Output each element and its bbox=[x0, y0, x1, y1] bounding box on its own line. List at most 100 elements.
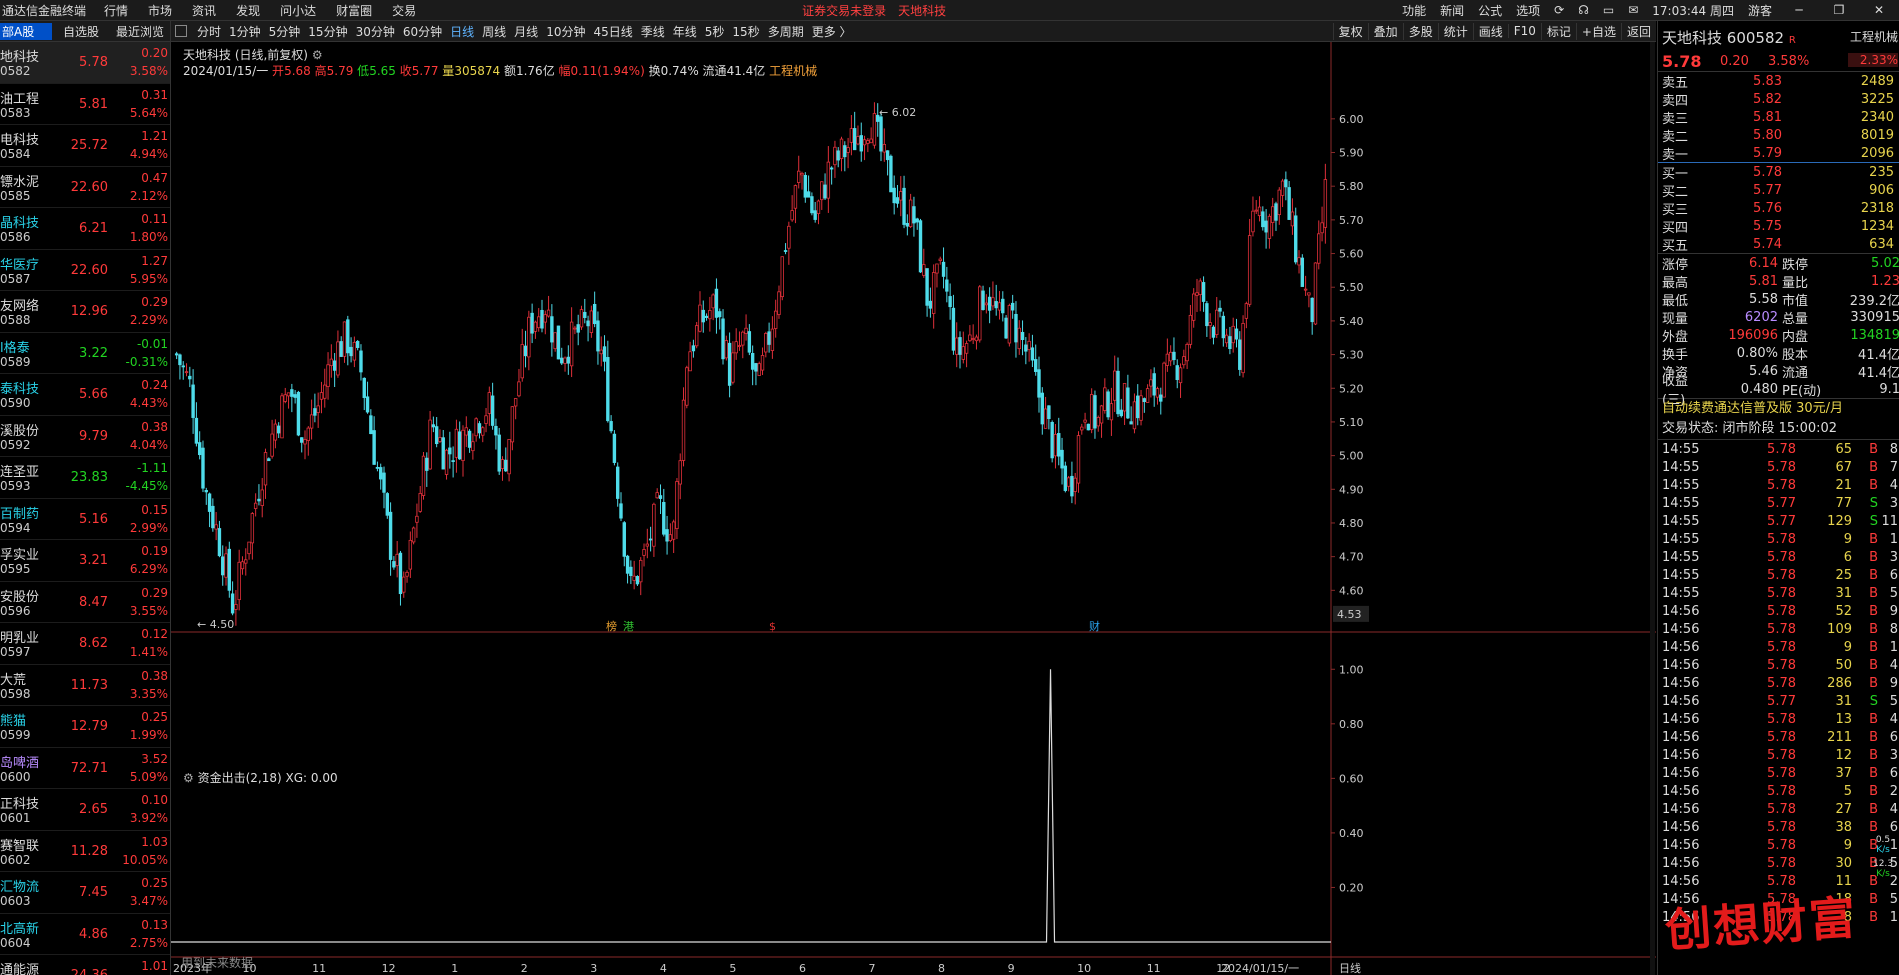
candle-body bbox=[622, 522, 626, 557]
candle-body bbox=[1083, 419, 1087, 423]
stock-row[interactable]: 孚实业 0595 3.21 0.19 6.29% bbox=[0, 540, 170, 582]
period-tab[interactable]: 60分钟 bbox=[399, 23, 446, 40]
menu-formula[interactable]: 公式 bbox=[1471, 2, 1509, 19]
stock-row[interactable]: 岛啤酒 0600 72.71 3.52 5.09% bbox=[0, 748, 170, 789]
menu-item-discover[interactable]: 发现 bbox=[226, 2, 270, 19]
menu-item-wealth[interactable]: 财富圈 bbox=[326, 2, 382, 19]
menu-item-markets[interactable]: 市场 bbox=[138, 2, 182, 19]
menu-item-market[interactable]: 行情 bbox=[94, 2, 138, 19]
candle-body bbox=[355, 341, 360, 348]
candle-body bbox=[1228, 336, 1232, 349]
event-marker[interactable]: $ bbox=[769, 620, 776, 633]
menu-item-ask[interactable]: 问小达 bbox=[270, 2, 326, 19]
close-icon[interactable]: ✕ bbox=[1859, 3, 1899, 17]
refresh-icon[interactable]: ⟳ bbox=[1547, 3, 1571, 17]
bid-label: 买一 bbox=[1662, 166, 1689, 182]
period-tab[interactable]: 更多 〉 bbox=[808, 23, 856, 40]
settings-icon[interactable]: ⚙ bbox=[312, 48, 323, 62]
period-tab[interactable]: 月线 bbox=[510, 23, 542, 40]
chart-tool-button[interactable]: 叠加 bbox=[1367, 22, 1403, 40]
candle-body bbox=[1300, 257, 1305, 287]
period-tab[interactable]: 15秒 bbox=[728, 23, 763, 40]
chart-scrollbar[interactable] bbox=[1650, 42, 1655, 975]
minimize-icon[interactable]: ─ bbox=[1779, 3, 1819, 17]
menu-item-news[interactable]: 资讯 bbox=[182, 2, 226, 19]
event-marker[interactable]: 财 bbox=[1089, 619, 1100, 633]
period-tab[interactable]: 年线 bbox=[669, 23, 701, 40]
chart-tool-button[interactable]: 复权 bbox=[1332, 22, 1368, 40]
period-tab[interactable]: 5秒 bbox=[701, 23, 729, 40]
period-tab[interactable]: 15分钟 bbox=[304, 23, 351, 40]
promo-banner[interactable]: 自动续费通达信普及版 30元/月 bbox=[1658, 398, 1899, 419]
chart-tool-button[interactable]: 多股 bbox=[1402, 22, 1438, 40]
stock-row[interactable]: 镖水泥 0585 22.60 0.47 2.12% bbox=[0, 167, 170, 208]
stock-row[interactable]: 连圣亚 0593 23.83 -1.11 -4.45% bbox=[0, 457, 170, 499]
chart-tool-button[interactable]: 返回 bbox=[1620, 22, 1656, 40]
stock-row[interactable]: 北高新 0604 4.86 0.13 2.75% bbox=[0, 914, 170, 955]
stock-code: 0599 bbox=[0, 728, 31, 742]
chart-tool-button[interactable]: F10 bbox=[1507, 24, 1541, 38]
headset-icon[interactable]: ☊ bbox=[1571, 3, 1596, 17]
menu-options[interactable]: 选项 bbox=[1509, 2, 1547, 19]
period-tab[interactable]: 日线 bbox=[446, 23, 478, 40]
period-tab[interactable]: 多周期 bbox=[764, 23, 808, 40]
stock-row[interactable]: 油工程 0583 5.81 0.31 5.64% bbox=[0, 84, 170, 125]
sidebar-toggle-icon[interactable] bbox=[175, 25, 187, 37]
stock-row[interactable]: 赛智联 0602 11.28 1.03 10.05% bbox=[0, 831, 170, 872]
kline-chart[interactable]: 4.60 4.70 4.80 4.90 5.00 5.10 5.20 5.30 5.40 5.50… bbox=[171, 42, 1656, 975]
sector-label[interactable]: 工程机械 bbox=[769, 64, 817, 78]
period-tab[interactable]: 周线 bbox=[478, 23, 510, 40]
chart-canvas[interactable]: 4.60 4.70 4.80 4.90 5.00 5.10 5.20 5.30 5.40 5.50… bbox=[171, 42, 1656, 975]
stock-row[interactable]: 熊猫 0599 12.79 0.25 1.99% bbox=[0, 706, 170, 748]
event-marker[interactable]: 榜 bbox=[606, 619, 617, 633]
chart-tool-button[interactable]: 画线 bbox=[1472, 22, 1508, 40]
menu-news[interactable]: 新闻 bbox=[1433, 2, 1471, 19]
chart-tool-button[interactable]: +自选 bbox=[1575, 22, 1621, 40]
event-marker[interactable]: 港 bbox=[623, 620, 634, 633]
stock-row[interactable]: 溪股份 0592 9.79 0.38 4.04% bbox=[0, 416, 170, 457]
stock-row[interactable]: 地科技 0582 5.78 0.20 3.58% bbox=[0, 42, 170, 84]
tab-recent[interactable]: 最近浏览 bbox=[110, 23, 170, 40]
period-tab[interactable]: 1分钟 bbox=[225, 23, 265, 40]
bid-row: 买五 5.74 634 bbox=[1658, 235, 1899, 254]
maximize-icon[interactable]: ❐ bbox=[1819, 3, 1859, 17]
ind-y-label: 0.40 bbox=[1339, 827, 1364, 840]
stock-row[interactable]: 泰科技 0590 5.66 0.24 4.43% bbox=[0, 374, 170, 416]
candle-body bbox=[629, 566, 633, 577]
tab-all-a[interactable]: 部A股 bbox=[0, 22, 52, 40]
quote-sector[interactable]: 工程机械 bbox=[1850, 28, 1898, 45]
user-label[interactable]: 游客 bbox=[1741, 2, 1779, 19]
period-tab[interactable]: 季线 bbox=[637, 23, 669, 40]
stock-row[interactable]: 正科技 0601 2.65 0.10 3.92% bbox=[0, 789, 170, 831]
stock-row[interactable]: 百制药 0594 5.16 0.15 2.99% bbox=[0, 499, 170, 540]
window-icon[interactable]: ▭ bbox=[1596, 3, 1621, 17]
mail-icon[interactable]: ✉ bbox=[1621, 3, 1645, 17]
stock-row[interactable]: 华医疗 0587 22.60 1.27 5.95% bbox=[0, 250, 170, 291]
period-tab[interactable]: 10分钟 bbox=[542, 23, 589, 40]
stock-row[interactable]: 汇物流 0603 7.45 0.25 3.47% bbox=[0, 872, 170, 914]
menu-item-trade[interactable]: 交易 bbox=[382, 2, 426, 19]
stock-row[interactable]: l格泰 0589 3.22 -0.01 -0.31% bbox=[0, 333, 170, 374]
tick-count: 3 bbox=[1889, 495, 1898, 511]
warning-stock[interactable]: 天地科技 bbox=[892, 2, 952, 19]
login-warning[interactable]: 证券交易未登录 bbox=[796, 2, 892, 19]
stock-row[interactable]: 明乳业 0597 8.62 0.12 1.41% bbox=[0, 623, 170, 665]
stock-row[interactable]: 通能源060524.361.014.33% bbox=[0, 955, 170, 975]
period-tab[interactable]: 45日线 bbox=[589, 23, 636, 40]
stock-row[interactable]: 安股份 0596 8.47 0.29 3.55% bbox=[0, 582, 170, 623]
indicator-settings-icon[interactable]: ⚙ bbox=[183, 771, 194, 785]
stock-row[interactable]: 友网络 0588 12.96 0.29 2.29% bbox=[0, 291, 170, 333]
period-tab[interactable]: 分时 bbox=[193, 23, 225, 40]
tab-watchlist[interactable]: 自选股 bbox=[52, 23, 110, 40]
period-tab[interactable]: 5分钟 bbox=[265, 23, 305, 40]
stock-row[interactable]: 电科技 0584 25.72 1.21 4.94% bbox=[0, 125, 170, 167]
menu-func[interactable]: 功能 bbox=[1395, 2, 1433, 19]
candle-body bbox=[234, 604, 238, 610]
stock-row[interactable]: 晶科技 0586 6.21 0.11 1.80% bbox=[0, 208, 170, 250]
chart-tool-button[interactable]: 标记 bbox=[1540, 22, 1576, 40]
candle-body bbox=[352, 341, 357, 361]
period-tab[interactable]: 30分钟 bbox=[352, 23, 399, 40]
indicator-name[interactable]: 资金出击(2,18) bbox=[198, 771, 282, 785]
chart-tool-button[interactable]: 统计 bbox=[1437, 22, 1473, 40]
stock-row[interactable]: 大荒 0598 11.73 0.38 3.35% bbox=[0, 665, 170, 706]
